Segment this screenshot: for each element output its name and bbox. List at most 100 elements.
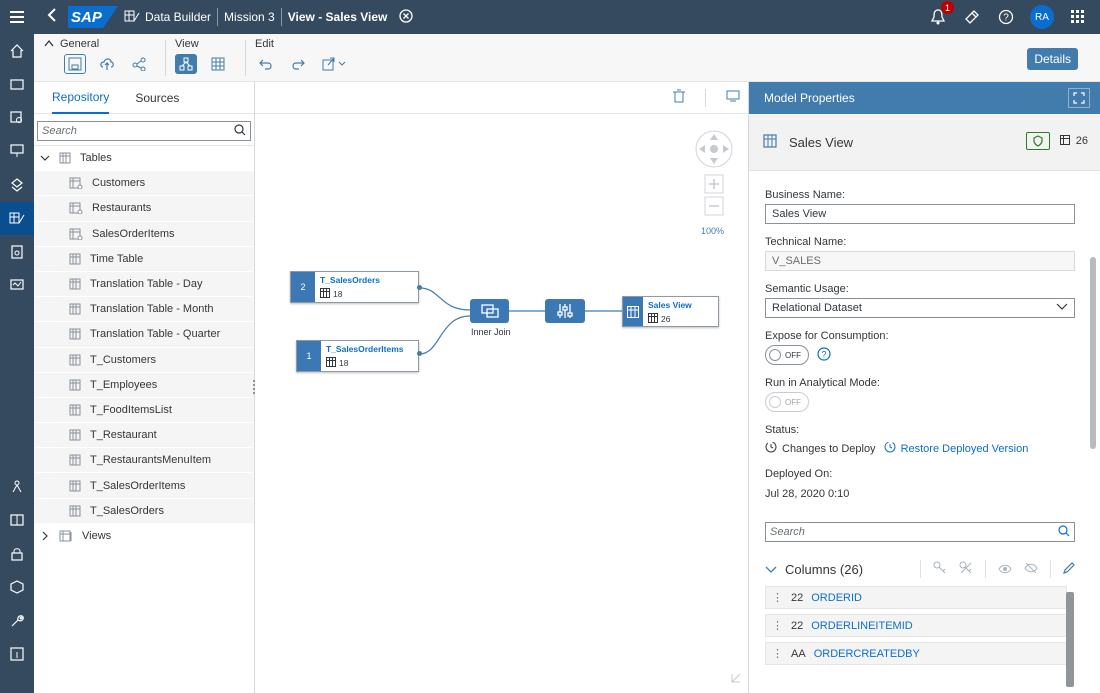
semantic-usage-select[interactable]: Relational Dataset [765,298,1075,318]
data-search-icon[interactable] [0,101,34,135]
table-icon [69,328,81,340]
sap-logo[interactable]: SAP [68,6,118,28]
save-icon[interactable] [64,54,86,74]
tree-item[interactable]: SalesOrderItems [34,221,254,247]
package-icon[interactable] [0,571,34,605]
column-row[interactable]: ⋮ 22 ORDERLINEITEMID [765,614,1067,637]
expose-switch[interactable]: OFF [765,345,809,365]
drag-handle-icon[interactable]: ⋮ [772,619,783,632]
tree-item-label: Time Table [90,252,144,265]
breadcrumb-space[interactable]: Mission 3 [224,10,275,24]
node-order-number: 2 [291,272,315,302]
edit-icon[interactable] [1063,561,1075,577]
columns-scrollbar[interactable] [1066,592,1074,687]
table-icon [69,429,81,441]
graphical-view-icon[interactable] [175,54,197,74]
lock-icon[interactable] [0,537,34,571]
drag-handle-icon[interactable]: ⋮ [772,647,783,660]
column-row[interactable]: ⋮ AA ORDERCREATEDBY [765,642,1067,665]
fullscreen-icon[interactable] [1068,88,1090,108]
tree-item[interactable]: Customers [34,171,254,197]
monitor-icon[interactable] [0,269,34,303]
remove-key-icon[interactable] [959,561,973,578]
tree-item[interactable]: T_SalesOrders [34,498,254,524]
deploy-icon[interactable] [96,54,118,74]
drag-handle-icon[interactable]: ⋮ [772,591,783,604]
avatar[interactable]: RA [1030,5,1054,29]
product-switch-icon[interactable] [1068,7,1088,27]
breadcrumb-app[interactable]: Data Builder [145,10,211,24]
menu-icon[interactable] [0,0,34,34]
inner-join-node[interactable] [470,299,509,323]
tab-repository[interactable]: Repository [52,82,110,114]
connections-icon[interactable] [0,470,34,504]
undo-icon[interactable] [255,54,277,74]
source-node-salesorders[interactable]: 2 T_SalesOrders 18 [290,271,419,303]
tree-folder-views[interactable]: Views [34,523,254,549]
tree-item[interactable]: T_Employees [34,372,254,398]
show-icon[interactable] [998,562,1012,577]
help-icon[interactable]: ? [996,7,1016,27]
restore-icon[interactable] [884,441,896,456]
network-icon[interactable] [0,168,34,202]
views-label: Views [82,529,112,542]
svg-text:?: ? [821,349,826,359]
hide-icon[interactable] [1024,562,1038,577]
tree-item[interactable]: Time Table [34,246,254,272]
redo-icon[interactable] [287,54,309,74]
wrench-icon[interactable] [0,604,34,638]
tree-item[interactable]: Translation Table - Day [34,271,254,298]
restore-deployed-version-link[interactable]: Restore Deployed Version [901,443,1029,455]
tree-item[interactable]: Restaurants [34,196,254,222]
tree-item[interactable]: T_Customers [34,347,254,373]
presentation-icon[interactable] [0,135,34,169]
diagram-canvas[interactable]: 100% 2 T_SalesOrders 18 1 T_SalesOrderIt… [253,82,748,693]
tab-sources[interactable]: Sources [135,82,179,114]
source-node-salesorderitems[interactable]: 1 T_SalesOrderItems 18 [296,340,419,372]
columns-search-input[interactable]: Search [765,522,1075,542]
business-name-input[interactable]: Sales View [765,204,1075,224]
tree-item[interactable]: T_Restaurant [34,423,254,449]
shield-icon[interactable] [1025,132,1050,150]
details-button[interactable]: Details [1027,48,1078,70]
home-icon[interactable] [0,34,34,68]
tree-item[interactable]: T_SalesOrderItems [34,473,254,499]
semantic-usage-value: Relational Dataset [772,302,862,314]
output-node-sales-view[interactable]: Sales View 26 [622,296,719,327]
business-builder-icon[interactable] [0,235,34,269]
table-icon [326,357,336,369]
projection-node[interactable] [545,299,585,323]
table-view-icon[interactable] [207,54,229,74]
folder-icon[interactable] [0,68,34,102]
help-circle-icon[interactable]: ? [817,346,831,364]
panel-scrollbar[interactable] [1090,257,1096,449]
share-icon[interactable] [128,54,150,74]
key-icon[interactable] [933,561,947,578]
feedback-icon[interactable] [962,7,982,27]
resize-handle-icon[interactable] [731,672,741,686]
search-icon[interactable] [234,123,246,139]
tree-item[interactable]: T_RestaurantsMenuItem [34,448,254,474]
search-icon[interactable] [1058,524,1070,540]
tree-item[interactable]: Translation Table - Quarter [34,322,254,348]
chevron-right-icon[interactable] [40,531,50,541]
chevron-down-icon[interactable] [765,562,777,577]
tree-item[interactable]: T_FoodItemsList [34,397,254,424]
export-icon[interactable] [319,54,349,74]
column-row[interactable]: ⋮ 22 ORDERID [765,586,1067,609]
collapse-chevron-icon[interactable] [44,38,54,50]
columns-icon [1059,134,1070,148]
tree-item[interactable]: Translation Table - Month [34,297,254,323]
info-icon[interactable] [0,638,34,672]
book-icon[interactable] [0,504,34,538]
chevron-down-icon[interactable] [40,154,50,162]
data-builder-nav-icon[interactable] [0,201,34,235]
close-circle-icon[interactable] [399,8,414,26]
back-icon[interactable] [42,7,62,27]
tree-folder-tables[interactable]: Tables [34,146,254,172]
repository-search-input[interactable]: Search [37,121,251,141]
columns-header: Columns (26) [785,561,864,577]
splitter-handle[interactable] [253,380,256,394]
notification-badge: 1 [941,1,954,14]
notification-bell-icon[interactable]: 1 [928,1,954,27]
